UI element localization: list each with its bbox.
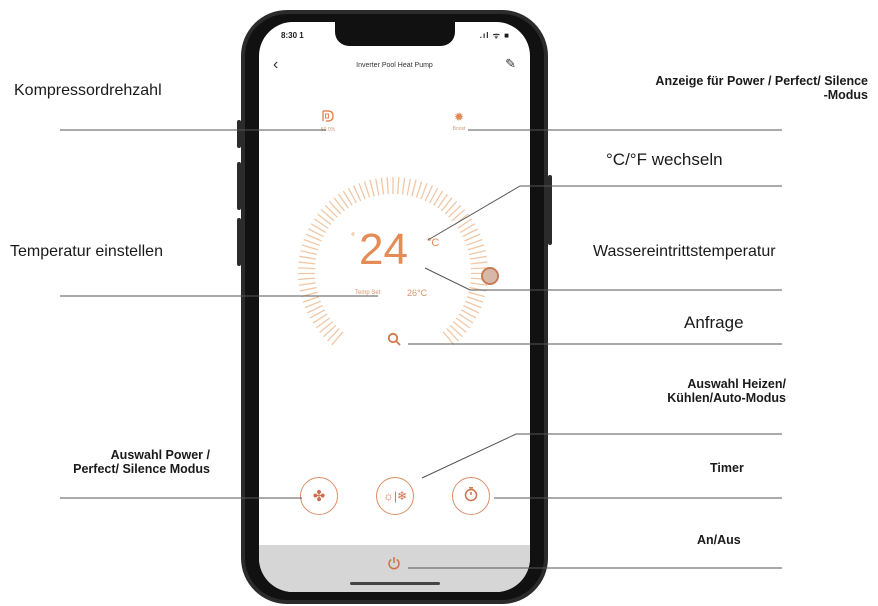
dial-tick <box>448 204 462 218</box>
pencil-icon[interactable]: ✎ <box>505 56 516 72</box>
label-compressor-speed: Kompressordrehzahl <box>14 82 162 99</box>
label-power-mode-line1: Auswahl Power / <box>110 448 210 462</box>
notch <box>335 22 455 46</box>
label-water-inlet-temperature: Wassereintrittstemperatur <box>593 243 776 260</box>
volume-down-button <box>237 218 241 266</box>
dial-tick <box>298 261 316 265</box>
dial-tick <box>466 296 484 303</box>
label-set-temperature: Temperatur einstellen <box>10 243 163 260</box>
search-icon[interactable] <box>387 332 401 350</box>
label-heat-cool-auto-line1: Auswahl Heizen/ <box>687 377 786 391</box>
dial-tick <box>299 286 317 292</box>
label-timer: Timer <box>710 461 744 475</box>
label-heat-cool-auto: Auswahl Heizen/ Kühlen/Auto-Modus <box>667 377 786 405</box>
dial-tick <box>470 261 488 265</box>
temp-set-label: Temp Set <box>355 290 381 296</box>
dial-tick <box>469 286 487 292</box>
dial-tick <box>301 244 319 251</box>
compressor-icon <box>308 110 348 125</box>
dial-tick <box>466 238 483 246</box>
dial-tick <box>375 178 380 196</box>
temperature-value: 24 <box>359 225 408 274</box>
dial-tick <box>298 282 316 286</box>
dial-tick <box>298 277 316 281</box>
timer-button[interactable] <box>452 477 490 515</box>
label-mode-display-line1: Anzeige für Power / Perfect/ Silence <box>655 74 868 88</box>
status-time: 8:30 1 <box>281 31 304 40</box>
status-icons: .ıl ᯤ ■ <box>479 31 510 40</box>
dial-tick <box>363 181 371 198</box>
sun-icon: ✹ <box>453 110 465 124</box>
side-power-button <box>548 175 552 245</box>
dial-tick <box>468 249 486 256</box>
phone-screen: 8:30 1 .ıl ᯤ ■ ‹ Inverter Pool Heat Pump… <box>259 22 530 592</box>
dial-tick <box>397 177 400 195</box>
dial-tick <box>298 267 316 270</box>
dial-tick <box>369 179 375 197</box>
dial-tick <box>324 204 338 218</box>
dial-tick <box>380 177 385 195</box>
label-on-off: An/Aus <box>697 533 741 547</box>
dial-tick <box>415 181 423 198</box>
home-indicator <box>350 582 440 585</box>
mode-value: Boost <box>452 126 466 132</box>
dial-tick <box>302 296 320 303</box>
label-heat-cool-auto-line2: Kühlen/Auto-Modus <box>667 391 786 405</box>
fan-icon: ✤ <box>312 488 326 505</box>
timer-icon <box>463 486 479 506</box>
temperature-unit-toggle[interactable]: °C <box>427 237 439 249</box>
dial-tick <box>411 179 417 197</box>
heat-cool-mode-button[interactable]: ☼|❄ <box>376 477 414 515</box>
app-title: Inverter Pool Heat Pump <box>356 62 433 69</box>
dial-knob[interactable] <box>481 267 499 285</box>
sun-snowflake-icon: ☼|❄ <box>382 489 408 503</box>
dial-tick <box>420 183 428 200</box>
dial-tick <box>300 249 318 256</box>
power-icon[interactable] <box>387 556 401 573</box>
compressor-value: 50.0% <box>320 127 336 133</box>
mute-switch <box>237 120 241 148</box>
label-mode-display-line2: -Modus <box>823 88 868 102</box>
label-unit-switch: °C/°F wechseln <box>606 150 723 169</box>
mode-stat: ✹ Boost <box>439 110 479 132</box>
temperature-unit-prefix: ° <box>351 232 355 243</box>
dial-tick <box>469 255 487 260</box>
dial-tick <box>468 291 485 298</box>
label-power-mode-line2: Perfect/ Silence Modus <box>73 462 210 476</box>
power-mode-button[interactable]: ✤ <box>300 477 338 515</box>
dial-tick <box>303 238 320 246</box>
compressor-stat: 50.0% <box>308 110 348 133</box>
label-mode-display: Anzeige für Power / Perfect/ Silence -Mo… <box>655 74 868 102</box>
dial-tick <box>304 300 321 309</box>
label-query: Anfrage <box>684 313 744 332</box>
water-inlet-temperature: 26°C <box>407 288 428 298</box>
dial-tick <box>406 178 411 196</box>
dial-tick <box>465 300 482 309</box>
dial-tick <box>464 233 481 242</box>
dial-tick <box>301 291 318 298</box>
dial-tick <box>467 244 485 251</box>
dial-tick <box>305 233 322 242</box>
dial-tick <box>401 177 406 195</box>
dial-tick <box>358 183 366 200</box>
volume-up-button <box>237 162 241 210</box>
label-power-mode: Auswahl Power / Perfect/ Silence Modus <box>30 448 210 476</box>
dial-tick <box>386 177 389 195</box>
dial-tick <box>299 255 317 260</box>
